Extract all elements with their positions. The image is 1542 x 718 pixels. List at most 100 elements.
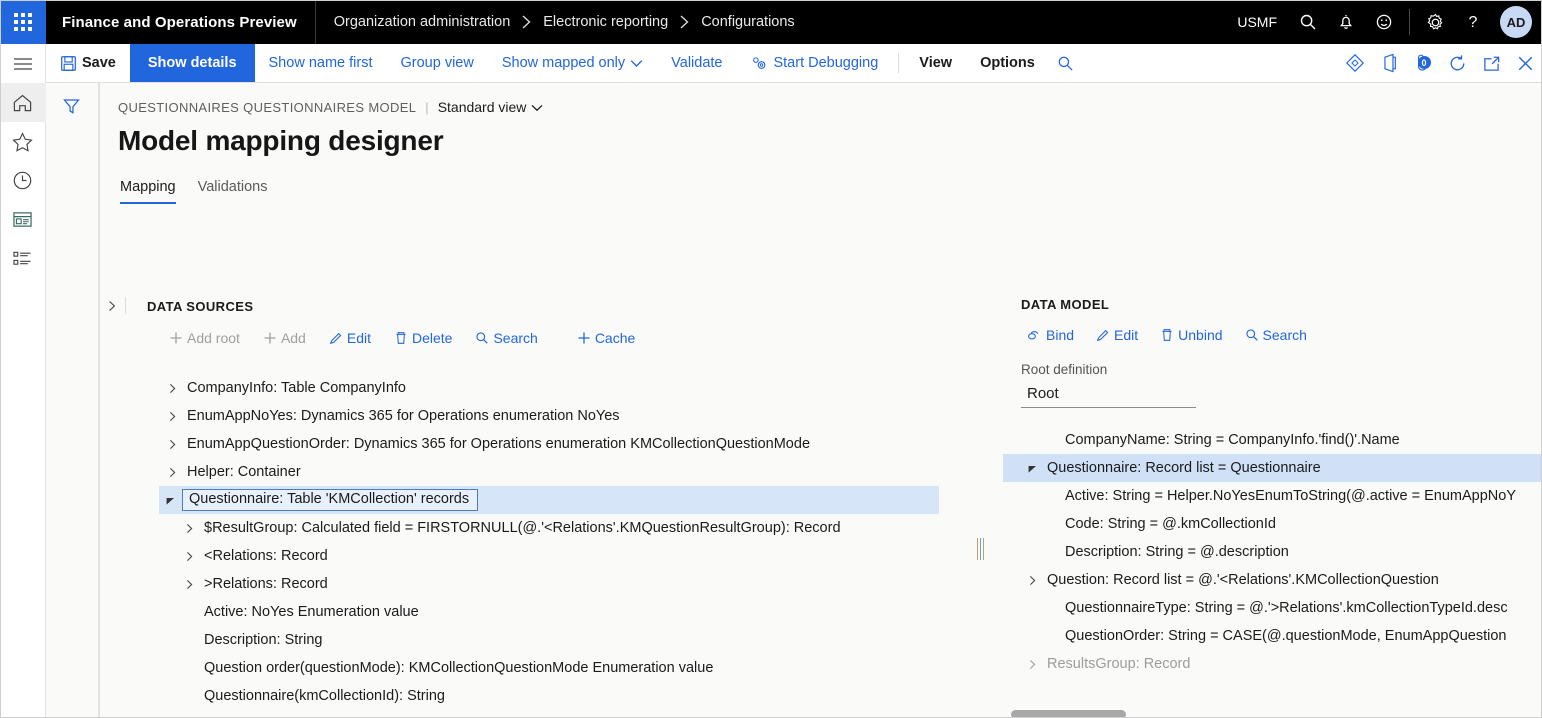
group-view-button[interactable]: Group view xyxy=(386,44,487,82)
tree-row-label: EnumAppQuestionOrder: Dynamics 365 for O… xyxy=(187,436,811,452)
company-selector[interactable]: USMF xyxy=(1233,14,1289,30)
chevron-right-icon[interactable] xyxy=(178,551,200,562)
options-menu[interactable]: Options xyxy=(966,44,1049,82)
tab-validations[interactable]: Validations xyxy=(198,179,268,204)
chevron-right-icon[interactable] xyxy=(178,579,200,590)
recent-clock-icon[interactable] xyxy=(0,161,46,200)
breadcrumb-item-0[interactable]: Organization administration xyxy=(334,14,511,30)
data-sources-title: DATA SOURCES xyxy=(147,299,254,314)
tree-row-selected[interactable]: Questionnaire: Record list = Questionnai… xyxy=(1003,454,1542,482)
attachments-icon[interactable]: 0 xyxy=(1406,44,1440,82)
favorites-star-icon[interactable] xyxy=(0,122,46,161)
tree-row[interactable]: Question order(questionMode): KMCollecti… xyxy=(161,654,959,682)
data-sources-expand-icon[interactable] xyxy=(99,297,125,312)
breadcrumb: Organization administration Electronic r… xyxy=(316,14,1234,30)
show-mapped-only-menu[interactable]: Show mapped only xyxy=(488,44,657,82)
data-model-horizontal-scrollbar[interactable] xyxy=(1011,710,1246,718)
breadcrumb-item-2[interactable]: Configurations xyxy=(701,14,795,30)
help-icon[interactable]: ? xyxy=(1454,0,1492,44)
tree-row[interactable]: Description: String = @.description xyxy=(1003,538,1542,566)
tree-row[interactable]: $ResultGroup: Calculated field = FIRSTOR… xyxy=(161,514,959,542)
edit-button[interactable]: Edit xyxy=(1086,323,1148,347)
chevron-down-icon xyxy=(531,99,543,115)
workspaces-icon[interactable] xyxy=(0,200,46,239)
filter-funnel-icon[interactable] xyxy=(62,97,81,121)
tree-row-selected[interactable]: Questionnaire: Table 'KMCollection' reco… xyxy=(159,486,939,514)
office-app-icon[interactable] xyxy=(1372,44,1406,82)
home-icon[interactable] xyxy=(0,83,46,122)
chevron-right-icon[interactable] xyxy=(161,383,183,394)
tree-row[interactable]: QuestionOrder: String = CASE(@.questionM… xyxy=(1003,622,1542,650)
avatar[interactable]: AD xyxy=(1500,6,1532,38)
tree-row[interactable]: Question: Record list = @.'<Relations'.K… xyxy=(1003,566,1542,594)
cache-button[interactable]: Cache xyxy=(567,326,645,350)
bell-icon[interactable] xyxy=(1327,0,1365,44)
edit-button[interactable]: Edit xyxy=(319,326,381,350)
caret-down-icon[interactable] xyxy=(1021,463,1043,474)
search-icon[interactable] xyxy=(1049,44,1083,82)
show-name-first-button[interactable]: Show name first xyxy=(255,44,387,82)
gear-icon[interactable] xyxy=(1416,0,1454,44)
search-button[interactable]: Search xyxy=(465,326,547,350)
tree-row[interactable]: >Relations: Record xyxy=(161,570,959,598)
scrollbar-thumb[interactable] xyxy=(1011,710,1126,718)
tree-row[interactable]: <Relations: Record xyxy=(161,542,959,570)
bind-button[interactable]: Bind xyxy=(1017,323,1084,347)
caret-down-icon[interactable] xyxy=(159,495,181,506)
tab-mapping[interactable]: Mapping xyxy=(120,179,176,204)
debug-gears-icon xyxy=(750,55,768,72)
search-button[interactable]: Search xyxy=(1235,323,1317,347)
validate-button[interactable]: Validate xyxy=(657,44,736,82)
chevron-right-icon[interactable] xyxy=(161,439,183,450)
chevron-right-icon[interactable] xyxy=(161,467,183,478)
app-launcher-icon[interactable] xyxy=(0,0,46,44)
pane-splitter-handle[interactable] xyxy=(977,538,984,560)
hamburger-menu-icon[interactable] xyxy=(0,44,46,83)
tree-row[interactable]: EnumAppNoYes: Dynamics 365 for Operation… xyxy=(161,402,959,430)
tree-row[interactable]: Questionnaire(kmCollectionId): String xyxy=(161,682,959,710)
chevron-right-icon[interactable] xyxy=(1021,575,1043,586)
tree-row[interactable]: EnumAppQuestionOrder: Dynamics 365 for O… xyxy=(161,430,959,458)
tree-row[interactable]: Active: String = Helper.NoYesEnumToStrin… xyxy=(1003,482,1542,510)
chevron-right-icon[interactable] xyxy=(178,523,200,534)
tree-row-label: Active: String = Helper.NoYesEnumToStrin… xyxy=(1065,488,1517,504)
search-icon[interactable] xyxy=(1289,0,1327,44)
tree-row[interactable]: QuestionnaireType: String = @.'>Relation… xyxy=(1003,594,1542,622)
refresh-icon[interactable] xyxy=(1440,44,1474,82)
tree-row[interactable]: CompanyName: String = CompanyInfo.'find(… xyxy=(1003,426,1542,454)
pane-splitter-column xyxy=(959,297,1003,718)
bind-label: Bind xyxy=(1046,327,1075,343)
trash-icon xyxy=(394,331,408,345)
tree-row[interactable]: Helper: Container xyxy=(161,458,959,486)
top-navigation-bar: Finance and Operations Preview Organizat… xyxy=(0,0,1542,44)
tree-row[interactable]: Description: String xyxy=(161,626,959,654)
breadcrumb-item-1[interactable]: Electronic reporting xyxy=(543,14,668,30)
add-button[interactable]: Add xyxy=(253,326,316,350)
show-details-button[interactable]: Show details xyxy=(129,44,255,82)
chevron-right-icon[interactable] xyxy=(161,411,183,422)
trash-icon xyxy=(1160,328,1174,342)
tree-row[interactable]: Code: String = @.kmCollectionId xyxy=(1003,510,1542,538)
view-selector[interactable]: Standard view xyxy=(438,99,544,115)
root-definition-input[interactable] xyxy=(1021,382,1196,408)
smiley-icon[interactable] xyxy=(1365,0,1403,44)
plus-icon xyxy=(263,331,277,345)
app-title: Finance and Operations Preview xyxy=(62,13,297,31)
chevron-right-icon xyxy=(679,14,690,30)
delete-button[interactable]: Delete xyxy=(384,326,462,350)
close-icon[interactable] xyxy=(1508,44,1542,82)
modules-list-icon[interactable] xyxy=(0,239,46,278)
start-debugging-button[interactable]: Start Debugging xyxy=(736,44,892,82)
chevron-right-icon[interactable] xyxy=(1021,659,1043,670)
add-root-button[interactable]: Add root xyxy=(159,326,250,350)
unbind-button[interactable]: Unbind xyxy=(1150,323,1232,347)
tree-row[interactable]: Active: NoYes Enumeration value xyxy=(161,598,959,626)
popout-icon[interactable] xyxy=(1474,44,1508,82)
tree-row[interactable]: CompanyInfo: Table CompanyInfo xyxy=(161,374,959,402)
tree-row-label: Active: NoYes Enumeration value xyxy=(204,604,419,620)
share-icon[interactable] xyxy=(1338,44,1372,82)
view-menu[interactable]: View xyxy=(905,44,966,82)
save-button[interactable]: Save xyxy=(46,44,130,82)
tree-row-label: CompanyName: String = CompanyInfo.'find(… xyxy=(1065,432,1400,448)
tree-row[interactable]: ResultsGroup: Record xyxy=(1003,650,1542,678)
